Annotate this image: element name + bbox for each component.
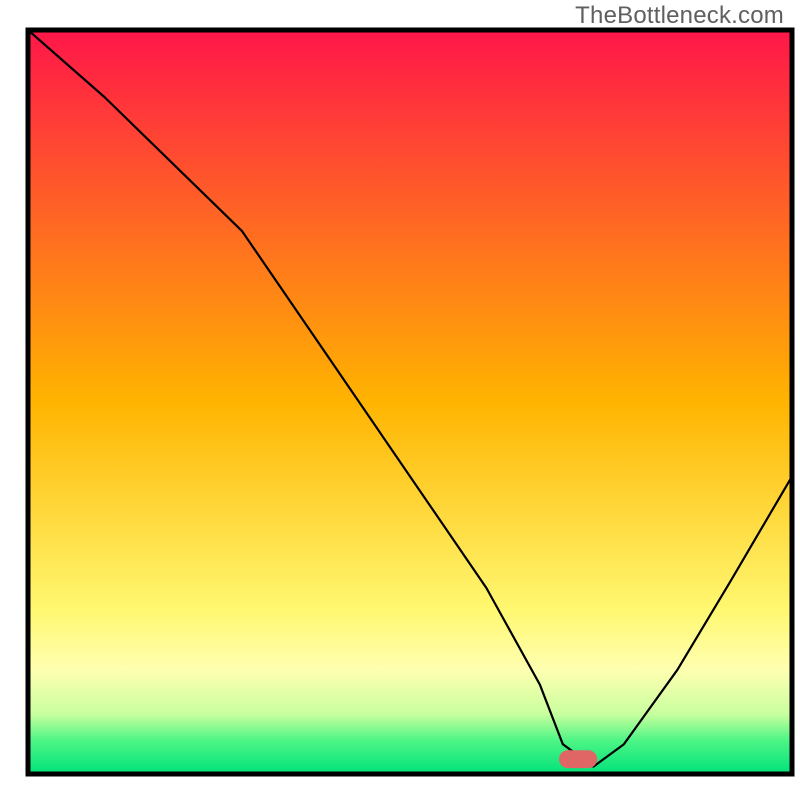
optimal-marker (559, 750, 597, 768)
bottleneck-chart (0, 0, 800, 800)
gradient-background (28, 30, 792, 774)
chart-container: TheBottleneck.com (0, 0, 800, 800)
watermark-label: TheBottleneck.com (575, 2, 784, 30)
